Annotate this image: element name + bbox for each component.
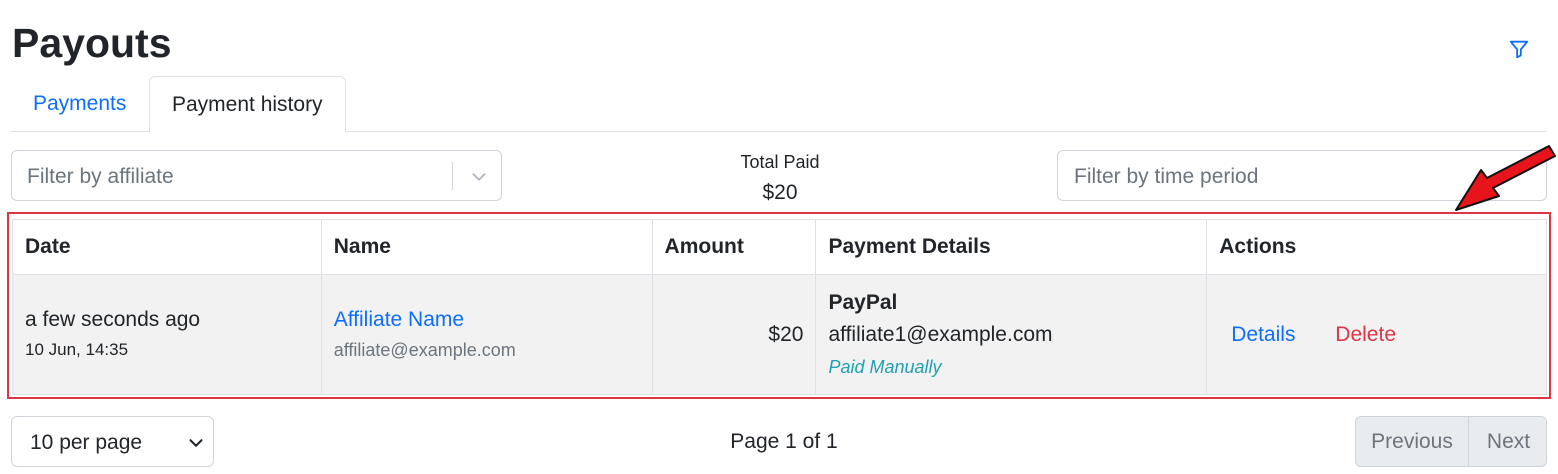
affiliate-email: affiliate@example.com [333, 340, 516, 360]
details-button[interactable]: Details [1219, 323, 1307, 347]
total-paid-value: $20 [762, 181, 798, 204]
payouts-table: Date Name Amount Payment Details Actions… [12, 219, 1547, 395]
time-period-placeholder: Filter by time period [1074, 165, 1259, 188]
payment-details-cell: PayPal affiliate1@example.com Paid Manua… [815, 274, 1208, 395]
amount-cell: $20 [651, 274, 817, 395]
affiliate-filter-placeholder: Filter by affiliate [27, 165, 174, 188]
tab-payment-history[interactable]: Payment history [149, 76, 346, 133]
delete-button[interactable]: Delete [1323, 323, 1408, 347]
name-cell: Affiliate Name affiliate@example.com [320, 274, 653, 395]
table-row: a few seconds ago 10 Jun, 14:35 Affiliat… [12, 274, 1547, 395]
previous-button[interactable]: Previous [1356, 417, 1469, 466]
select-separator [452, 162, 453, 190]
affiliate-filter-select[interactable]: Filter by affiliate [11, 150, 502, 201]
tabs: Payments Payment history [11, 76, 1547, 133]
date-cell: a few seconds ago 10 Jun, 14:35 [12, 274, 322, 395]
next-button[interactable]: Next [1469, 417, 1546, 466]
date-absolute: 10 Jun, 14:35 [25, 340, 129, 359]
affiliate-name-link[interactable]: Affiliate Name [334, 306, 640, 334]
column-header-date: Date [12, 219, 322, 275]
page-info: Page 1 of 1 [730, 430, 838, 453]
actions-cell: Details Delete [1206, 274, 1547, 395]
tab-payments[interactable]: Payments [11, 76, 148, 132]
chevron-down-icon[interactable] [468, 166, 490, 188]
column-header-actions: Actions [1206, 219, 1547, 275]
column-header-amount: Amount [651, 219, 817, 275]
column-header-payment-details: Payment Details [815, 219, 1208, 275]
column-header-name: Name [320, 219, 653, 275]
payment-note: Paid Manually [828, 356, 942, 377]
filter-icon[interactable] [1508, 38, 1530, 60]
payment-method: PayPal [828, 290, 898, 314]
pagination-buttons: Previous Next [1355, 416, 1547, 467]
payment-email: affiliate1@example.com [828, 322, 1053, 346]
table-header-row: Date Name Amount Payment Details Actions [12, 219, 1547, 275]
total-paid-label: Total Paid [740, 152, 820, 172]
per-page-select[interactable]: 10 per page [11, 416, 214, 467]
per-page-value: 10 per page [30, 431, 143, 454]
page-title: Payouts [12, 20, 172, 66]
date-relative: a few seconds ago [25, 308, 201, 331]
red-arrow-icon [1455, 145, 1556, 211]
chevron-down-icon [189, 439, 203, 447]
